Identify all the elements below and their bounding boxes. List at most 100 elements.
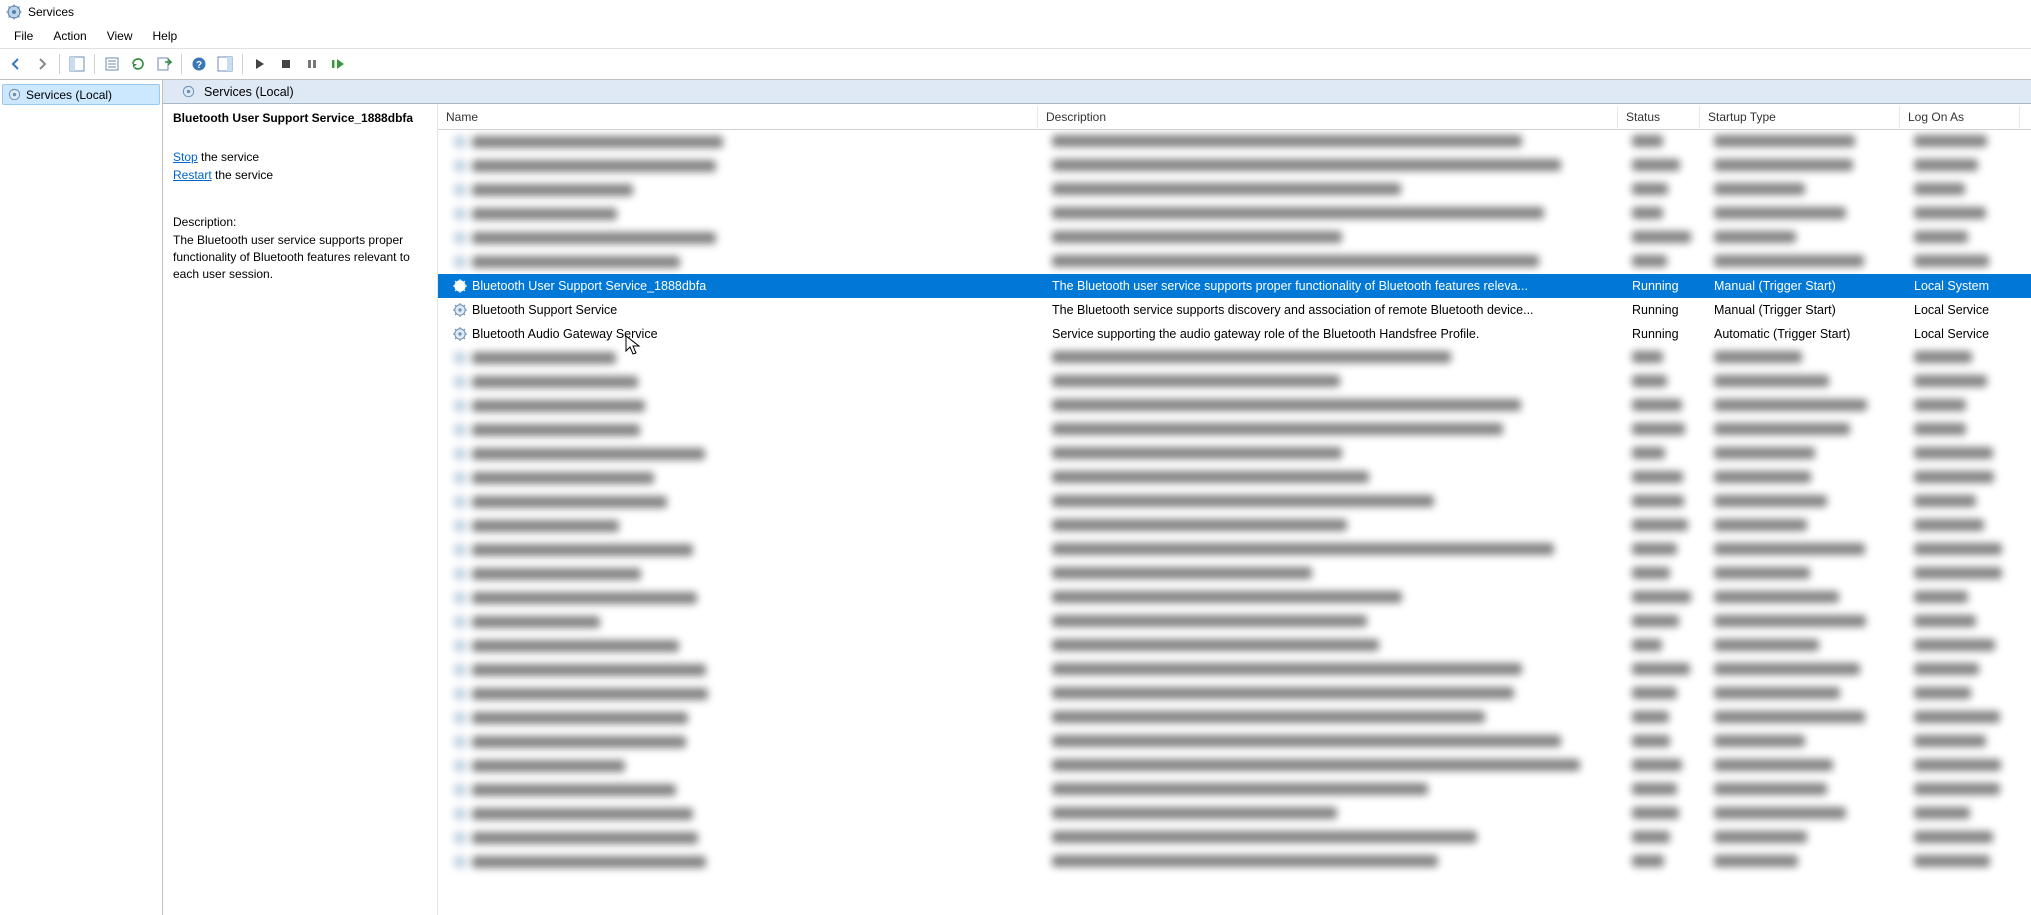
table-row[interactable]	[438, 586, 2031, 610]
row-description: The Bluetooth service supports discovery…	[1044, 303, 1624, 317]
col-status[interactable]: Status	[1618, 106, 1700, 128]
menu-file[interactable]: File	[4, 26, 43, 46]
row-status: Running	[1624, 327, 1706, 341]
menu-help[interactable]: Help	[143, 26, 188, 46]
gear-icon	[452, 782, 468, 798]
right-header: Services (Local)	[163, 80, 2031, 104]
restart-icon	[331, 58, 345, 70]
stop-icon	[280, 58, 292, 70]
listview-header: Name Description Status Startup Type Log…	[438, 104, 2031, 130]
tree-pane: Services (Local)	[0, 80, 163, 915]
table-row[interactable]	[438, 658, 2031, 682]
toolbar: ?	[0, 48, 2031, 80]
gear-icon	[452, 350, 468, 366]
menu-action[interactable]: Action	[43, 26, 96, 46]
row-description: The Bluetooth user service supports prop…	[1044, 279, 1624, 293]
row-status: Running	[1624, 279, 1706, 293]
gear-icon	[452, 518, 468, 534]
table-row[interactable]	[438, 826, 2031, 850]
gear-icon	[452, 278, 468, 294]
table-row[interactable]: Bluetooth Support Service The Bluetooth …	[438, 298, 2031, 322]
table-row[interactable]	[438, 562, 2031, 586]
row-name: Bluetooth User Support Service_1888dbfa	[472, 279, 706, 293]
pane-icon	[217, 56, 233, 72]
table-row[interactable]	[438, 130, 2031, 154]
back-icon	[9, 57, 23, 71]
table-row[interactable]	[438, 442, 2031, 466]
table-row[interactable]	[438, 682, 2031, 706]
title-bar: Services	[0, 0, 2031, 24]
window-title: Services	[28, 5, 74, 19]
table-row[interactable]	[438, 178, 2031, 202]
table-row[interactable]	[438, 226, 2031, 250]
table-row[interactable]	[438, 154, 2031, 178]
table-row[interactable]	[438, 466, 2031, 490]
table-row[interactable]	[438, 394, 2031, 418]
service-listview[interactable]: Name Description Status Startup Type Log…	[437, 104, 2031, 915]
col-description[interactable]: Description	[1038, 106, 1618, 128]
row-startup: Manual (Trigger Start)	[1706, 303, 1906, 317]
row-name: Bluetooth Audio Gateway Service	[472, 327, 658, 341]
col-startup[interactable]: Startup Type	[1700, 106, 1900, 128]
table-row[interactable]	[438, 418, 2031, 442]
show-hide-action-button[interactable]	[213, 52, 237, 76]
show-hide-tree-button[interactable]	[65, 52, 89, 76]
help-button[interactable]: ?	[187, 52, 211, 76]
table-row[interactable]	[438, 514, 2031, 538]
restart-link[interactable]: Restart	[173, 168, 212, 182]
gear-icon	[452, 830, 468, 846]
gear-icon	[452, 590, 468, 606]
export-button[interactable]	[152, 52, 176, 76]
export-icon	[156, 56, 172, 72]
menu-view[interactable]: View	[97, 26, 143, 46]
description-text: The Bluetooth user service supports prop…	[173, 232, 427, 284]
stop-link[interactable]: Stop	[173, 150, 198, 164]
row-name: Bluetooth Support Service	[472, 303, 617, 317]
col-name[interactable]: Name	[438, 106, 1038, 128]
table-row[interactable]	[438, 706, 2031, 730]
svg-text:?: ?	[196, 60, 202, 71]
gear-icon	[452, 686, 468, 702]
table-row[interactable]	[438, 730, 2031, 754]
table-row[interactable]: Bluetooth User Support Service_1888dbfa …	[438, 274, 2031, 298]
properties-button[interactable]	[100, 52, 124, 76]
table-row[interactable]	[438, 802, 2031, 826]
start-service-button[interactable]	[248, 52, 272, 76]
table-row[interactable]	[438, 538, 2031, 562]
forward-button[interactable]	[30, 52, 54, 76]
stop-suffix: the service	[198, 150, 259, 164]
restart-service-button[interactable]	[326, 52, 350, 76]
table-row[interactable]	[438, 754, 2031, 778]
refresh-button[interactable]	[126, 52, 150, 76]
help-icon: ?	[191, 56, 207, 72]
pause-service-button[interactable]	[300, 52, 324, 76]
tree-root-services-local[interactable]: Services (Local)	[2, 84, 160, 105]
table-row[interactable]	[438, 610, 2031, 634]
table-row[interactable]: Bluetooth Audio Gateway Service Service …	[438, 322, 2031, 346]
row-startup: Manual (Trigger Start)	[1706, 279, 1906, 293]
back-button[interactable]	[4, 52, 28, 76]
services-icon	[6, 4, 22, 20]
table-row[interactable]	[438, 202, 2031, 226]
gear-icon	[452, 398, 468, 414]
gear-icon	[452, 206, 468, 222]
table-row[interactable]	[438, 346, 2031, 370]
gear-icon	[452, 158, 468, 174]
table-row[interactable]	[438, 850, 2031, 874]
stop-service-button[interactable]	[274, 52, 298, 76]
col-logon[interactable]: Log On As	[1900, 106, 2020, 128]
row-description: Service supporting the audio gateway rol…	[1044, 327, 1624, 341]
table-row[interactable]	[438, 250, 2031, 274]
table-row[interactable]	[438, 370, 2031, 394]
row-logon: Local Service	[1906, 327, 2026, 341]
refresh-icon	[130, 56, 146, 72]
table-row[interactable]	[438, 490, 2031, 514]
gear-icon	[452, 710, 468, 726]
properties-icon	[104, 56, 120, 72]
gear-icon	[452, 302, 468, 318]
table-row[interactable]	[438, 634, 2031, 658]
table-row[interactable]	[438, 778, 2031, 802]
gear-icon	[452, 326, 468, 342]
gear-icon	[452, 734, 468, 750]
play-icon	[254, 58, 266, 70]
